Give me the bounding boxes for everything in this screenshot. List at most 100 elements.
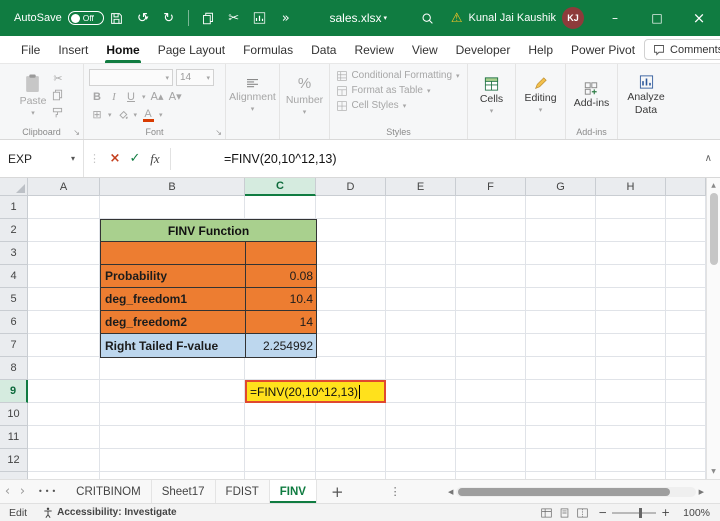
analyze-data-button[interactable]: Analyze Data [623, 69, 669, 124]
cell-styles-button[interactable]: Cell Styles ▾ [337, 100, 406, 111]
cut-ribbon-button[interactable]: ✂ [52, 71, 63, 85]
grid-cell[interactable] [386, 403, 456, 426]
zoom-slider[interactable] [612, 507, 657, 518]
borders-button[interactable]: ⊞ [91, 107, 103, 122]
new-sheet-button[interactable]: + [331, 483, 344, 501]
select-all-button[interactable] [0, 178, 28, 196]
finv-table-title-cell[interactable]: FINV Function [101, 220, 316, 242]
grid-cell[interactable] [245, 196, 316, 219]
zoom-out-icon[interactable]: − [598, 507, 607, 519]
close-button[interactable]: × [678, 0, 720, 36]
grid-cell[interactable] [316, 426, 386, 449]
column-header-A[interactable]: A [28, 178, 100, 196]
chart-button[interactable] [248, 5, 272, 31]
grid-cell[interactable] [526, 242, 596, 265]
font-color-button[interactable]: A [142, 107, 154, 122]
formula-input[interactable]: =FINV(20,10^12,13) [176, 140, 697, 177]
name-box[interactable]: EXP ▾ [0, 140, 84, 177]
grid-cell[interactable] [28, 334, 100, 357]
cut-button[interactable]: ✂ [222, 5, 246, 31]
grid-cell[interactable] [245, 357, 316, 380]
grid-cell[interactable] [596, 265, 666, 288]
autosave-toggle[interactable]: AutoSave Off [14, 11, 104, 25]
grid-cell[interactable] [386, 449, 456, 472]
column-header-partial[interactable] [666, 178, 706, 196]
grid-cell[interactable] [28, 426, 100, 449]
grid-cell[interactable] [100, 449, 245, 472]
tab-file[interactable]: File [12, 36, 49, 63]
fill-color-button[interactable] [117, 107, 129, 122]
grid-cell[interactable] [316, 449, 386, 472]
grid-cell[interactable] [386, 265, 456, 288]
grow-font-button[interactable]: A▴ [151, 89, 164, 104]
grid-cell[interactable] [245, 426, 316, 449]
grid-cell[interactable] [666, 472, 706, 479]
grid-cell[interactable] [596, 449, 666, 472]
grid-cell[interactable] [526, 288, 596, 311]
scroll-left-icon[interactable]: ◀ [448, 488, 453, 496]
grid-cell[interactable] [666, 334, 706, 357]
grid-cell[interactable] [456, 219, 526, 242]
grid-cell[interactable] [28, 219, 100, 242]
grid-cell[interactable] [666, 403, 706, 426]
tab-page-layout[interactable]: Page Layout [149, 36, 234, 63]
font-name-combo[interactable]: ▾ [89, 69, 173, 86]
table-value-cell[interactable]: 0.08 [246, 265, 316, 287]
redo-button[interactable]: ↻ [157, 5, 181, 31]
grid-cell[interactable] [456, 265, 526, 288]
grid-cell[interactable] [386, 357, 456, 380]
comments-button[interactable]: Comments [644, 39, 720, 60]
grid-cell[interactable] [666, 380, 706, 403]
grid-cell[interactable] [386, 219, 456, 242]
minimize-button[interactable]: – [594, 0, 636, 36]
grid-cell[interactable] [596, 472, 666, 479]
sheet-tab-sheet17[interactable]: Sheet17 [151, 480, 216, 503]
sheet-nav-right-icon[interactable]: › [15, 484, 30, 499]
zoom-slider-thumb[interactable] [638, 507, 642, 518]
column-header-D[interactable]: D [316, 178, 386, 196]
row-header-11[interactable]: 11 [0, 426, 28, 449]
grid-cell[interactable] [666, 219, 706, 242]
grid-cell[interactable] [316, 265, 386, 288]
grid-cell[interactable] [456, 380, 526, 403]
grid-cell[interactable] [245, 449, 316, 472]
grid-cell[interactable] [316, 196, 386, 219]
grid-cell[interactable] [666, 449, 706, 472]
grid-cell[interactable] [28, 242, 100, 265]
column-header-H[interactable]: H [596, 178, 666, 196]
grid-cell[interactable] [316, 242, 386, 265]
grid-cell[interactable] [386, 196, 456, 219]
grid-cell[interactable] [526, 196, 596, 219]
grid-cell[interactable] [28, 265, 100, 288]
vertical-scrollbar-thumb[interactable] [709, 193, 718, 265]
tab-power-pivot[interactable]: Power Pivot [562, 36, 644, 63]
grid-cell[interactable] [596, 196, 666, 219]
page-layout-view-icon[interactable] [559, 508, 570, 518]
sheet-tab-finv[interactable]: FINV [269, 480, 317, 503]
row-header-6[interactable]: 6 [0, 311, 28, 334]
grid-cell[interactable] [666, 288, 706, 311]
user-account[interactable]: ⚠ Kunal Jai Kaushik KJ [451, 7, 584, 29]
page-break-view-icon[interactable] [577, 508, 589, 518]
grid-cell[interactable] [456, 311, 526, 334]
grid-cell[interactable] [456, 334, 526, 357]
grid-cell[interactable] [526, 380, 596, 403]
grid-cell[interactable] [666, 357, 706, 380]
save-button[interactable] [105, 5, 129, 31]
grid-cell[interactable] [316, 403, 386, 426]
cancel-icon[interactable]: × [105, 148, 125, 170]
grid-cell[interactable] [386, 426, 456, 449]
row-header-8[interactable]: 8 [0, 357, 28, 380]
grid-cell[interactable] [526, 426, 596, 449]
table-label-cell[interactable]: Probability [101, 265, 246, 287]
table-label-cell[interactable]: deg_freedom2 [101, 311, 246, 333]
grid-cell[interactable] [100, 426, 245, 449]
grid-cell[interactable] [666, 426, 706, 449]
vertical-scrollbar[interactable]: ▲ ▼ [706, 178, 720, 479]
sheet-tab-menu-icon[interactable]: ⋮ [390, 485, 401, 498]
grid-cell[interactable] [526, 403, 596, 426]
grid-cell[interactable] [526, 219, 596, 242]
font-dialog-launcher-icon[interactable]: ↘ [215, 128, 222, 137]
grid-cell[interactable] [245, 403, 316, 426]
more-commands-button[interactable]: » [274, 5, 298, 31]
